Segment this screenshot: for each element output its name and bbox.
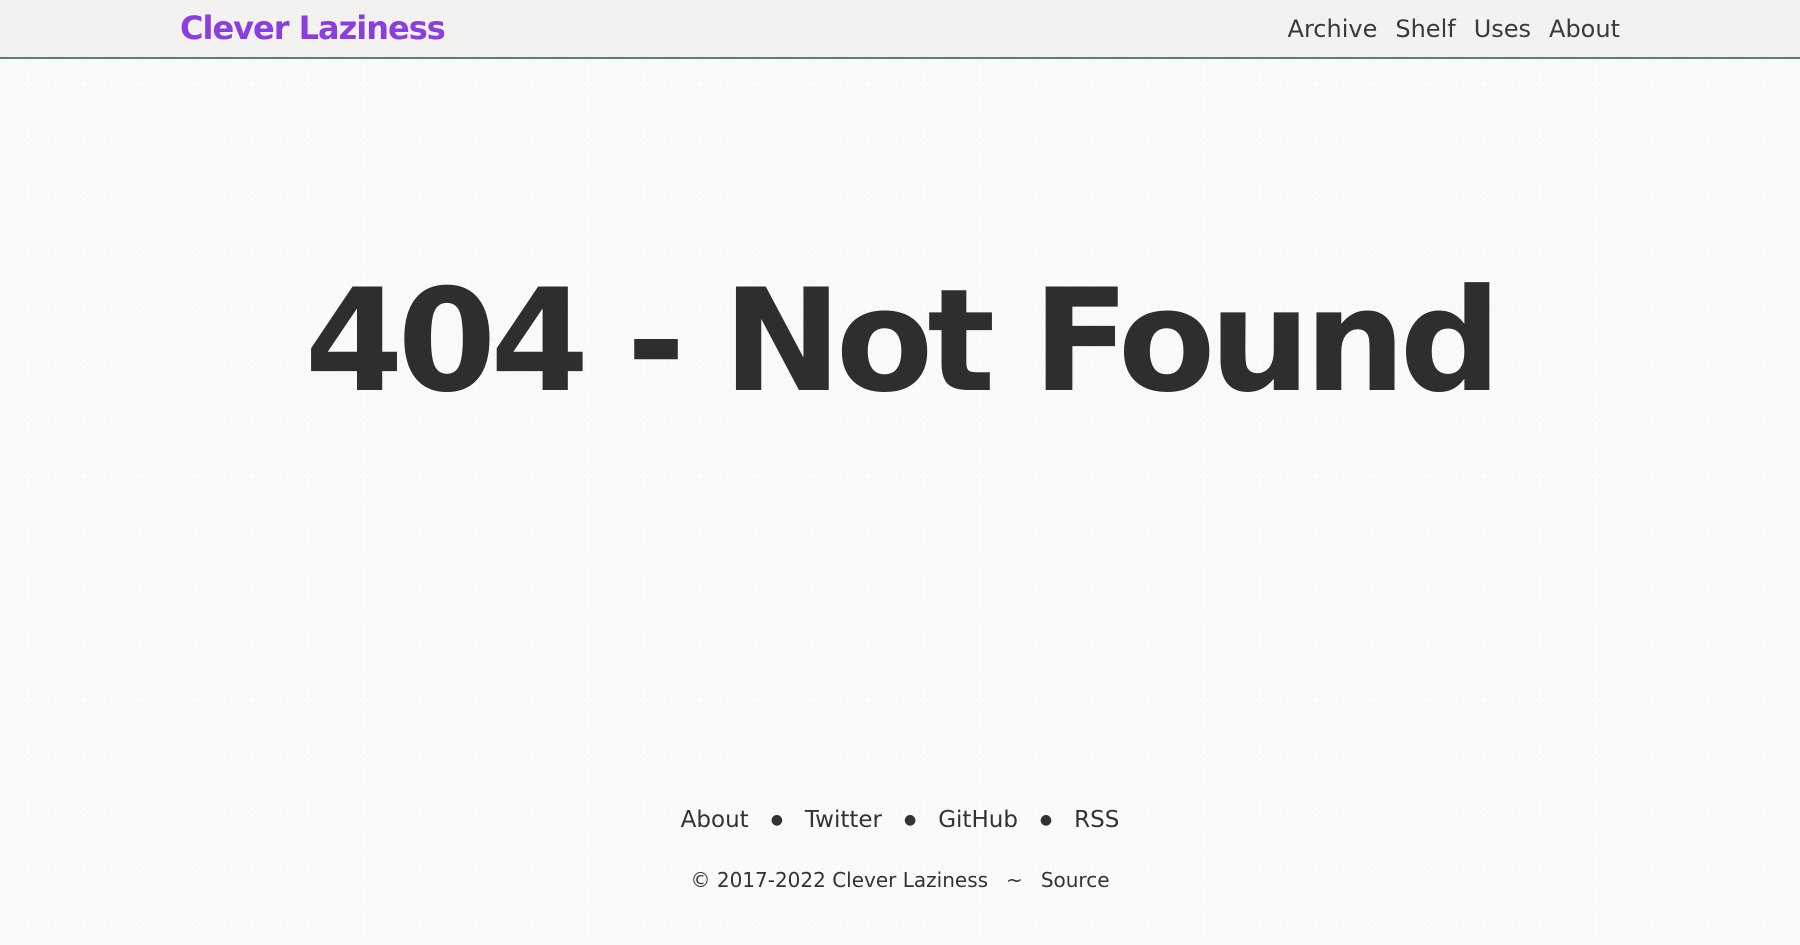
footer-copyright: © 2017-2022 Clever Laziness ~ Source bbox=[0, 864, 1800, 896]
source-link[interactable]: Source bbox=[1041, 868, 1110, 892]
footer-about-link[interactable]: About bbox=[681, 807, 749, 833]
footer-rss-link[interactable]: RSS bbox=[1074, 807, 1119, 833]
nav-about-link[interactable]: About bbox=[1549, 12, 1620, 46]
footer-separator: ● bbox=[770, 812, 783, 828]
nav-shelf-link[interactable]: Shelf bbox=[1395, 12, 1455, 46]
footer-twitter-link[interactable]: Twitter bbox=[805, 807, 882, 833]
footer-links: About ● Twitter ● GitHub ● RSS bbox=[0, 800, 1800, 840]
footer-github-link[interactable]: GitHub bbox=[938, 807, 1018, 833]
footer-separator: ● bbox=[904, 812, 917, 828]
site-header: Clever Laziness Archive Shelf Uses About bbox=[0, 0, 1800, 59]
site-logo-link[interactable]: Clever Laziness bbox=[180, 6, 446, 50]
main-nav: Archive Shelf Uses About bbox=[1288, 12, 1620, 46]
copyright-text: © 2017-2022 Clever Laziness bbox=[690, 868, 989, 892]
page-title: 404 - Not Found bbox=[304, 259, 1502, 424]
copyright-tilde: ~ bbox=[1006, 868, 1023, 892]
footer-separator: ● bbox=[1039, 812, 1053, 828]
nav-uses-link[interactable]: Uses bbox=[1474, 12, 1531, 46]
nav-archive-link[interactable]: Archive bbox=[1288, 12, 1378, 46]
